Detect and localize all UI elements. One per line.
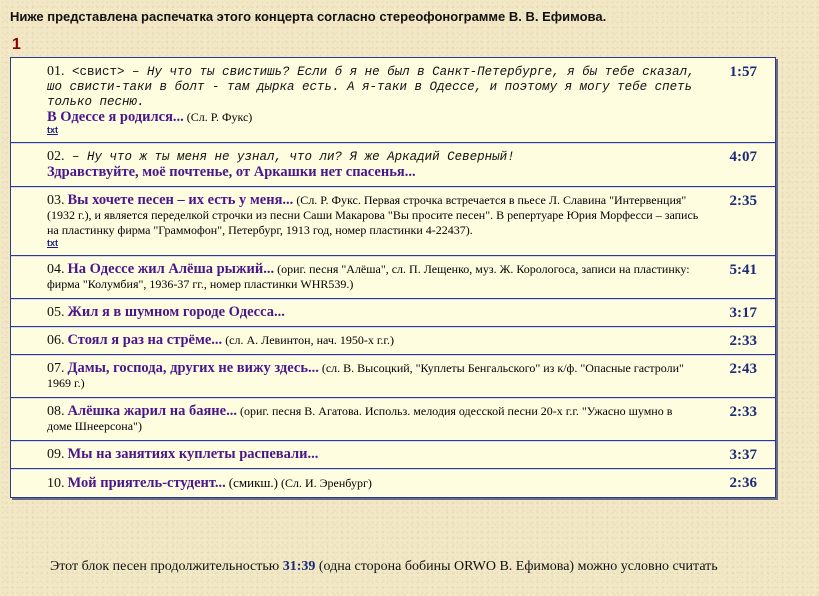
track-duration: 3:17 — [729, 305, 758, 321]
track-row: 05. Жил я в шумном городе Одесса... 3:17 — [11, 298, 775, 326]
track-row: 09. Мы на занятиях куплеты распевали... … — [11, 440, 775, 468]
track-duration: 2:43 — [729, 361, 758, 377]
track-duration: 4:07 — [729, 149, 758, 165]
track-duration: 5:41 — [729, 262, 758, 278]
song-title-link[interactable]: В Одессе я родился... — [47, 109, 184, 125]
track-number: 10. — [47, 476, 65, 491]
track-number: 05. — [47, 305, 65, 320]
track-note: (Сл. Р. Фукс) — [186, 110, 253, 124]
track-number: 04. — [47, 262, 65, 277]
page-heading: Ниже представлена распечатка этого конце… — [10, 9, 607, 24]
song-title-link[interactable]: Здравствуйте, моё почтенье, от Аркашки н… — [47, 164, 416, 180]
track-list: 01. <свист> – Ну что ты свистишь? Если б… — [10, 57, 776, 498]
track-number: 07. — [47, 361, 65, 376]
track-row: 03. Вы хочете песен – их есть у меня... … — [11, 186, 775, 255]
track-duration: 3:37 — [729, 447, 758, 463]
track-duration: 2:33 — [729, 404, 758, 420]
song-title-link[interactable]: Дамы, господа, других не вижу здесь... — [68, 360, 319, 376]
track-dialog: – Ну что ж ты меня не узнал, что ли? Я ж… — [72, 150, 515, 164]
song-title-link[interactable]: Вы хочете песен – их есть у меня... — [68, 192, 294, 208]
track-tag: <свист> — [72, 65, 125, 79]
song-title-link[interactable]: На Одессе жил Алёша рыжий... — [68, 261, 275, 277]
lyrics-txt-link[interactable]: txt — [47, 125, 699, 136]
track-number: 09. — [47, 447, 65, 462]
song-title-link[interactable]: Мы на занятиях куплеты распевали... — [68, 446, 319, 462]
track-duration: 1:57 — [729, 64, 758, 80]
track-duration: 2:36 — [729, 475, 758, 491]
part-number: 1 — [12, 36, 21, 53]
track-number: 01. — [47, 64, 65, 79]
song-title-link[interactable]: Стоял я раз на стрёме... — [68, 332, 223, 348]
track-extra: (смикш.) — [228, 475, 278, 490]
track-number: 02. — [47, 149, 65, 164]
track-note: (сл. А. Левинтон, нач. 1950-х г.г.) — [225, 333, 394, 347]
track-row: 07. Дамы, господа, других не вижу здесь.… — [11, 354, 775, 397]
track-note: (Сл. И. Эренбург) — [280, 476, 372, 490]
track-number: 03. — [47, 193, 65, 208]
track-duration: 2:33 — [729, 333, 758, 349]
track-row: 01. <свист> – Ну что ты свистишь? Если б… — [11, 58, 775, 142]
track-number: 06. — [47, 333, 65, 348]
track-row: 02. – Ну что ж ты меня не узнал, что ли?… — [11, 142, 775, 186]
track-number: 08. — [47, 404, 65, 419]
summary-text-before: Этот блок песен продолжительностью — [50, 559, 280, 574]
lyrics-txt-link[interactable]: txt — [47, 238, 699, 249]
song-title-link[interactable]: Алёшка жарил на баяне... — [68, 403, 237, 419]
song-title-link[interactable]: Жил я в шумном городе Одесса... — [68, 304, 285, 320]
track-row: 10. Мой приятель-студент... (смикш.) (Сл… — [11, 468, 775, 497]
track-row: 04. На Одессе жил Алёша рыжий... (ориг. … — [11, 255, 775, 298]
track-row: 08. Алёшка жарил на баяне... (ориг. песн… — [11, 397, 775, 440]
total-duration: 31:39 — [282, 559, 316, 574]
block-summary: Этот блок песен продолжительностью 31:39… — [50, 559, 718, 575]
track-row: 06. Стоял я раз на стрёме... (сл. А. Лев… — [11, 326, 775, 354]
summary-text-after: (одна сторона бобины ORWO В. Ефимова) мо… — [318, 559, 718, 574]
track-dialog: – Ну что ты свистишь? Если б я не был в … — [47, 65, 695, 109]
track-duration: 2:35 — [729, 193, 758, 209]
song-title-link[interactable]: Мой приятель-студент... — [68, 475, 226, 491]
